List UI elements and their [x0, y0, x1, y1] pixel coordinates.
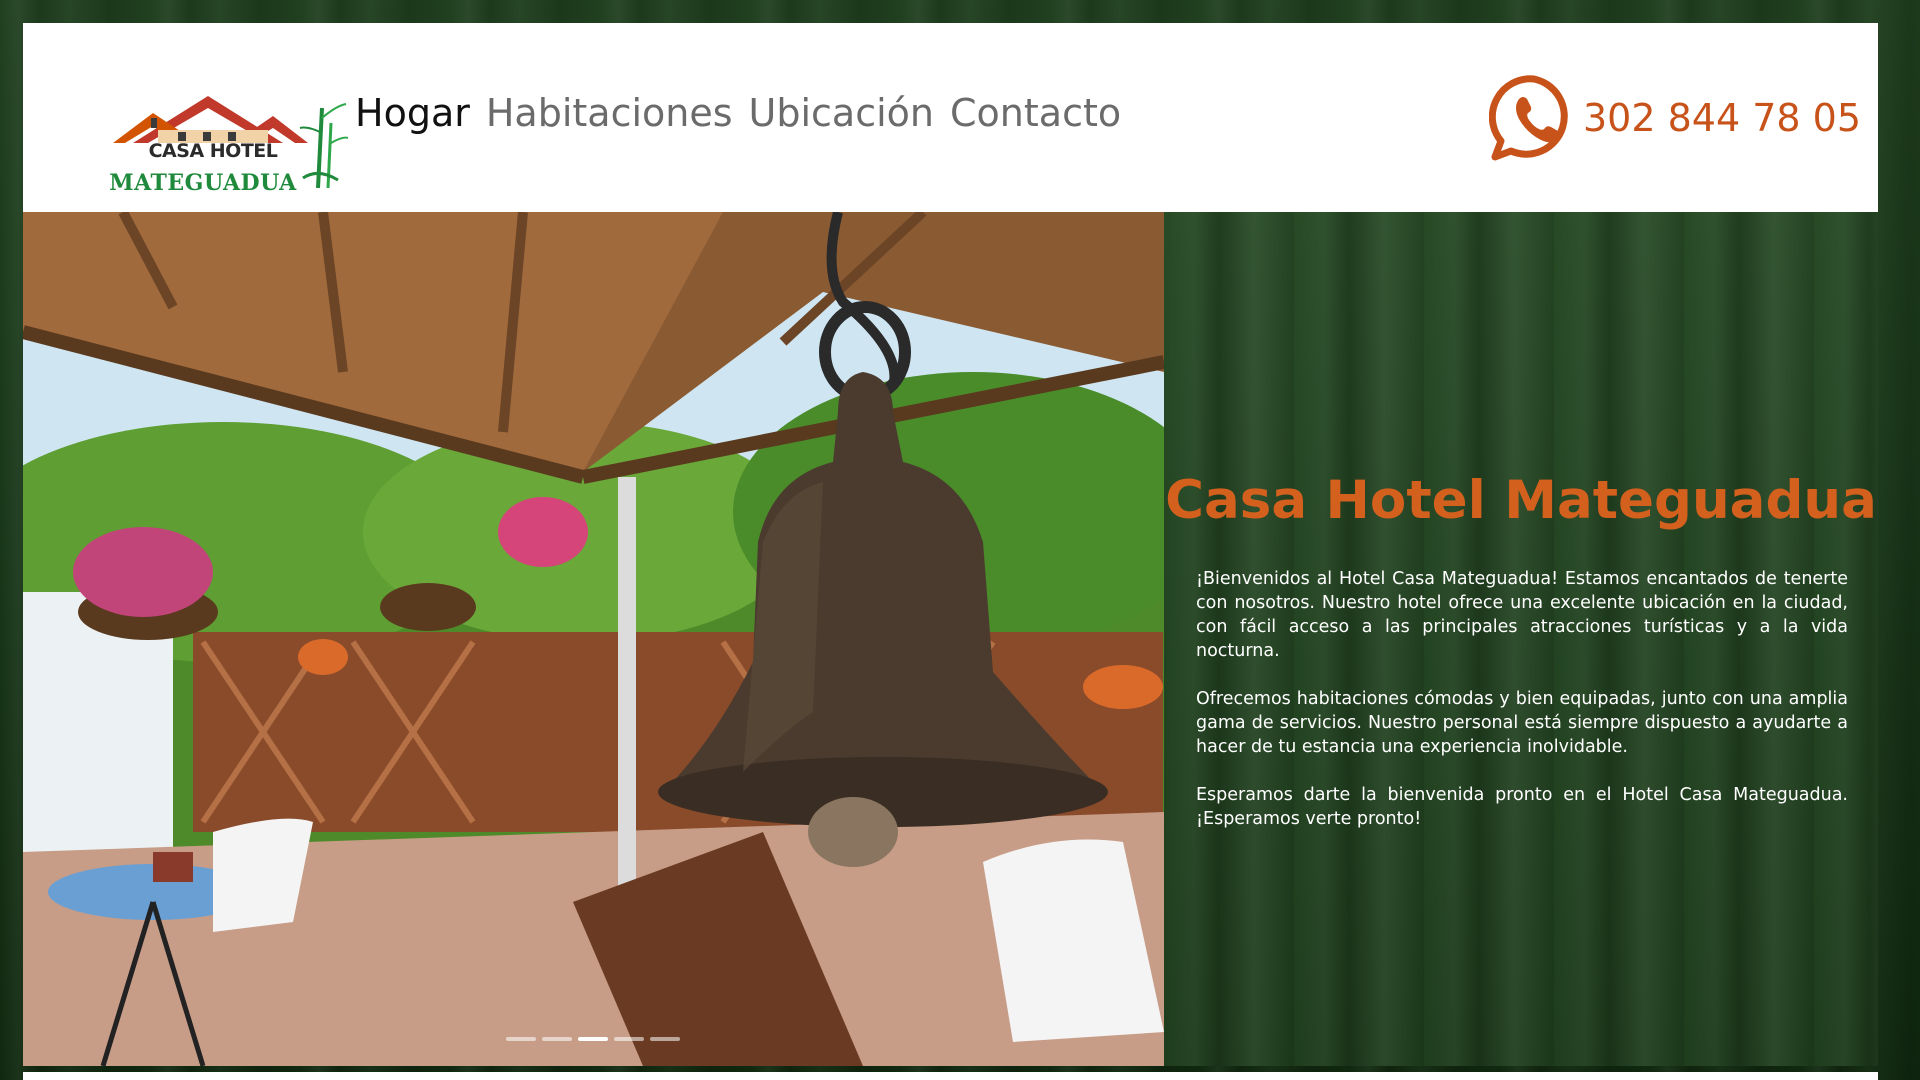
- welcome-paragraph-3: Esperamos darte la bienvenida pronto en …: [1196, 785, 1848, 829]
- house-roof-icon: [113, 96, 308, 143]
- whatsapp-icon: [1488, 75, 1568, 161]
- welcome-paragraph-2: Ofrecemos habitaciones cómodas y bien eq…: [1196, 689, 1848, 757]
- nav-item-contacto[interactable]: Contacto: [950, 91, 1121, 135]
- carousel-indicators: [506, 1037, 680, 1041]
- nav-item-habitaciones[interactable]: Habitaciones: [486, 91, 733, 135]
- welcome-text: ¡Bienvenidos al Hotel Casa Mateguadua! E…: [1196, 567, 1848, 855]
- site-logo[interactable]: CASA HOTEL MATEGUADUA: [83, 53, 351, 196]
- welcome-panel: Casa Hotel Mateguadua ¡Bienvenidos al Ho…: [1164, 212, 1878, 1066]
- logo-subtitle: MATEGUADUA: [109, 170, 297, 196]
- carousel-dot-1[interactable]: [506, 1037, 536, 1041]
- main-nav: Hogar Habitaciones Ubicación Contacto: [355, 91, 1121, 135]
- logo-title: CASA HOTEL: [148, 140, 278, 162]
- site-header: CASA HOTEL MATEGUADUA Hogar Habitaciones…: [23, 23, 1878, 212]
- carousel-dot-2[interactable]: [542, 1037, 572, 1041]
- welcome-paragraph-1: ¡Bienvenidos al Hotel Casa Mateguadua! E…: [1196, 569, 1848, 661]
- hero-image: [23, 212, 1164, 1066]
- nav-item-ubicacion[interactable]: Ubicación: [749, 91, 934, 135]
- footer-edge: [23, 1072, 1878, 1080]
- carousel-dot-4[interactable]: [614, 1037, 644, 1041]
- welcome-title: Casa Hotel Mateguadua: [1165, 470, 1877, 531]
- phone-contact-link[interactable]: 302 844 78 05: [1488, 73, 1861, 163]
- nav-item-hogar[interactable]: Hogar: [355, 91, 470, 135]
- phone-number: 302 844 78 05: [1582, 96, 1861, 140]
- carousel-dot-5[interactable]: [650, 1037, 680, 1041]
- bamboo-icon: [299, 103, 348, 188]
- hero-carousel[interactable]: [23, 212, 1164, 1066]
- carousel-dot-3[interactable]: [578, 1037, 608, 1041]
